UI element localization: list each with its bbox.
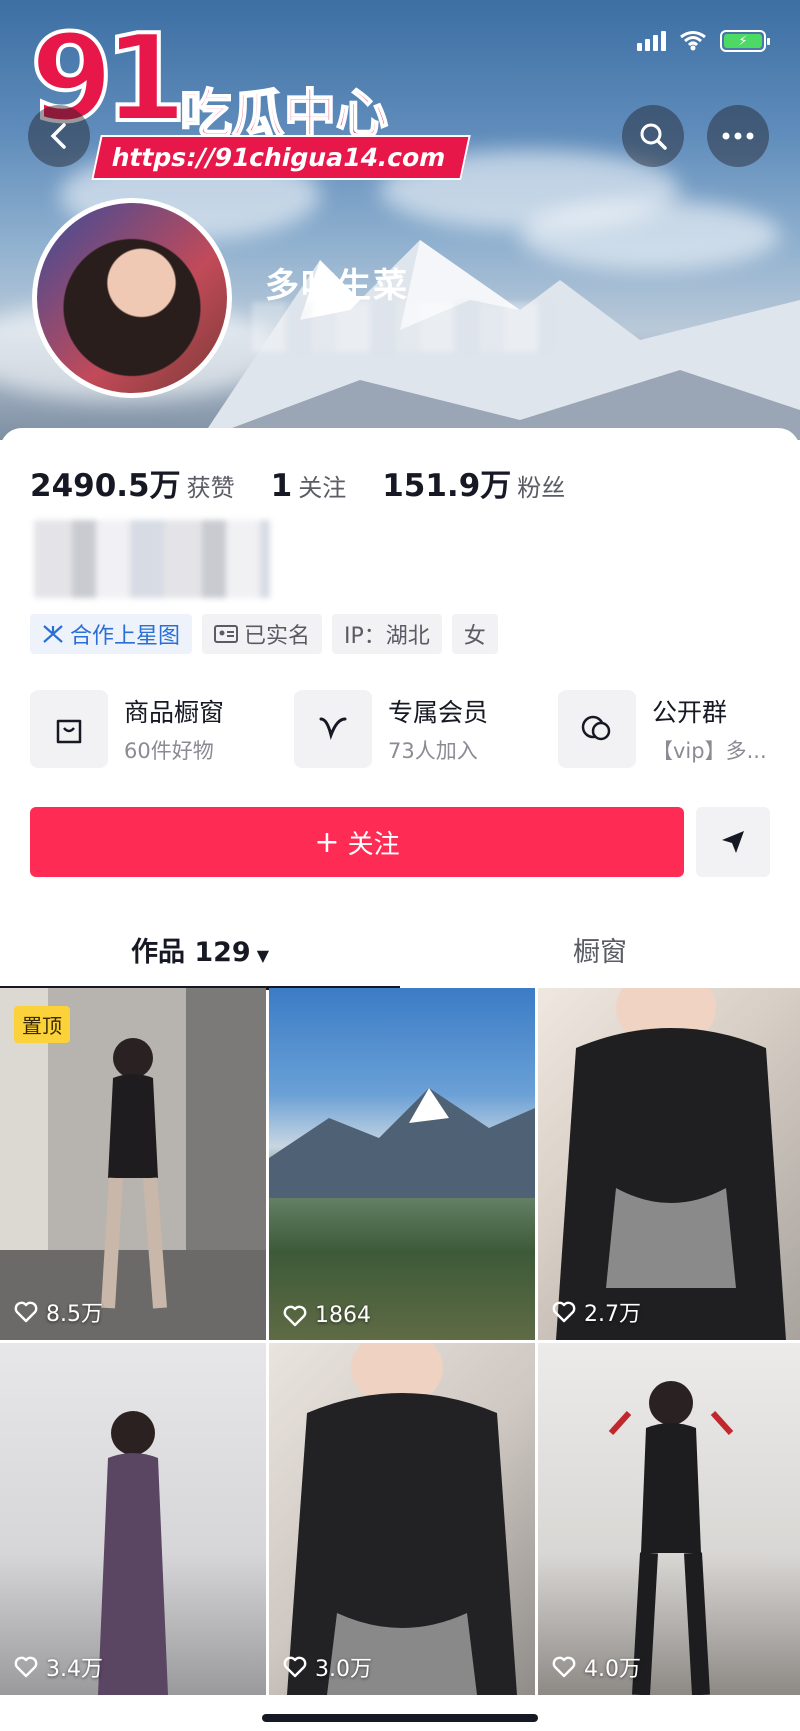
feature-subtitle: 【vip】多... [652,739,767,763]
video-thumbnail[interactable]: 4.0万 [538,1343,800,1695]
back-button[interactable] [28,105,90,167]
likes-count: 1864 [315,1303,371,1328]
feature-subtitle: 60件好物 [124,739,214,763]
feature-membership[interactable]: 专属会员 73人加入 [294,690,558,768]
video-likes: 3.0万 [283,1651,372,1683]
plus-icon: + [314,824,340,860]
search-icon [640,123,667,150]
content-tabs: 作品 129 ▼ 橱窗 [0,918,800,990]
tag-label: 女 [463,624,486,649]
tag-label: IP：湖北 [344,624,430,649]
likes-count: 4.0万 [584,1657,641,1682]
blurred-bio [34,520,270,598]
video-thumbnail[interactable]: 2.7万 [538,988,800,1340]
tag-verified[interactable]: 已实名 [202,614,323,654]
profile-stats: 2490.5万 获赞 1 关注 151.9万 粉丝 [30,460,565,505]
stat-following[interactable]: 1 关注 [271,468,347,504]
tag-label: 合作上星图 [70,624,181,649]
video-likes: 2.7万 [552,1296,641,1328]
heart-icon [14,1656,38,1678]
blurred-account-id [252,302,552,352]
send-icon [722,831,744,853]
video-thumbnail[interactable]: 置顶 8.5万 [0,988,266,1340]
heart-icon [552,1301,576,1323]
mountain-image [269,1088,535,1198]
feature-title: 公开群 [652,698,728,727]
video-thumbnail[interactable]: 3.0万 [269,1343,535,1695]
avatar[interactable] [32,198,232,398]
likes-count: 3.4万 [46,1657,103,1682]
feature-title: 专属会员 [388,698,489,727]
star-map-icon [43,625,63,643]
feature-shop-window[interactable]: 商品橱窗 60件好物 [30,690,294,768]
feature-public-group[interactable]: 公开群 【vip】多... [558,690,800,768]
video-likes: 8.5万 [14,1296,103,1328]
tag-label: 已实名 [244,624,311,649]
tag-star-map[interactable]: 合作上星图 [30,614,193,654]
watermark-url: https://91chigua14.com [91,135,471,180]
tag-gender: 女 [451,614,498,654]
stat-value: 2490.5万 [30,468,181,504]
stat-followers[interactable]: 151.9万 粉丝 [382,460,565,505]
caret-down-icon: ▼ [256,946,270,965]
feature-entries: 商品橱窗 60件好物 专属会员 73人加入 公开群 【vip】多... [30,690,800,768]
status-bar: ⚡ [637,30,770,52]
stat-label: 粉丝 [517,474,566,502]
home-indicator [262,1714,538,1722]
tag-ip-location: IP：湖北 [332,614,442,654]
video-thumbnail[interactable]: 3.4万 [0,1343,266,1695]
video-figure [608,1381,734,1695]
likes-count: 3.0万 [315,1657,372,1682]
tab-label: 橱窗 [573,937,627,968]
more-dots-icon [722,132,754,140]
likes-count: 2.7万 [584,1302,641,1327]
video-figure [101,1038,167,1309]
wifi-icon [680,31,706,51]
profile-tags: 合作上星图 已实名 IP：湖北 女 [30,614,498,654]
id-card-icon [214,625,239,643]
heart-icon [14,1301,38,1323]
feature-title: 商品橱窗 [124,698,225,727]
search-button[interactable] [622,105,684,167]
video-figure [556,988,786,1340]
stat-label: 获赞 [186,474,235,502]
tab-label: 作品 129 [130,937,251,968]
username: 多吃生菜 [265,266,409,306]
heart-icon [283,1305,307,1326]
stat-value: 1 [270,468,293,504]
video-figure [287,1343,517,1695]
tab-works[interactable]: 作品 129 ▼ [0,918,400,991]
pinned-badge: 置顶 [14,1006,70,1043]
more-button[interactable] [707,105,769,167]
tab-shop-window[interactable]: 橱窗 [400,918,800,988]
shopping-bag-icon [30,690,108,768]
heart-icon [283,1656,307,1678]
follow-button[interactable]: + 关注 [30,807,684,877]
chat-bubble-icon [558,690,636,768]
video-grid: 置顶 8.5万 1864 2.7万 3.4万 3.0万 4.0万 [0,988,800,1695]
heart-icon [552,1656,576,1678]
likes-count: 8.5万 [46,1302,103,1327]
signal-icon [637,31,666,51]
video-likes: 4.0万 [552,1651,641,1683]
video-likes: 1864 [283,1303,371,1328]
feature-subtitle: 73人加入 [388,739,478,763]
share-button[interactable] [696,807,770,877]
chevron-left-icon [50,123,66,149]
follow-button-label: 关注 [347,829,400,860]
video-thumbnail[interactable]: 1864 [269,988,535,1340]
stat-value: 151.9万 [382,468,512,504]
stat-label: 关注 [298,474,347,502]
stat-likes: 2490.5万 获赞 [30,460,235,505]
battery-icon: ⚡ [720,30,770,52]
vip-icon [294,690,372,768]
video-likes: 3.4万 [14,1651,103,1683]
